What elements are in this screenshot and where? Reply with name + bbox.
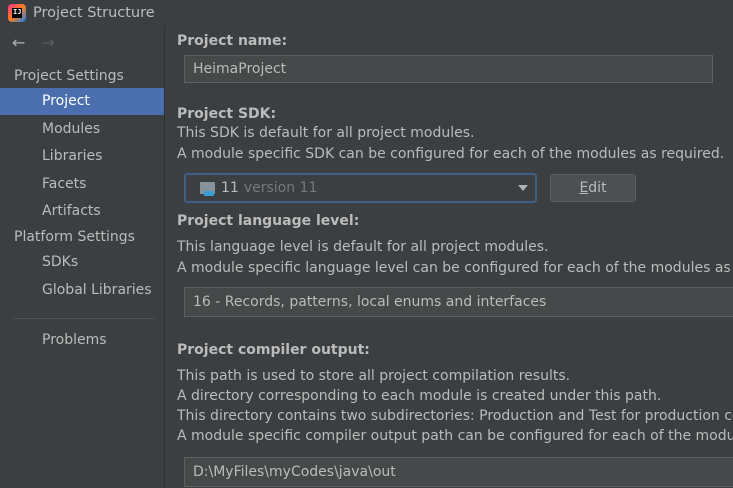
intellij-logo-icon: IJ [8,3,26,22]
nav-arrows: ← → [12,33,55,52]
language-level-label: Project language level: [177,213,360,229]
sidebar-item-artifacts[interactable]: Artifacts [0,198,164,225]
jdk-folder-icon [200,182,215,196]
compiler-output-path-input[interactable]: D:\MyFiles\myCodes\java\out [184,457,733,487]
sdk-version: version 11 [243,180,318,196]
sidebar-divider [14,318,154,319]
sdk-description-1: This SDK is default for all project modu… [177,125,475,141]
project-name-input[interactable]: HeimaProject [184,55,713,83]
sidebar-item-facets[interactable]: Facets [0,171,164,198]
compiler-output-label: Project compiler output: [177,342,370,358]
language-level-description-1: This language level is default for all p… [177,239,549,255]
sidebar: ← → Project Settings Project Modules Lib… [0,25,164,488]
sidebar-item-problems[interactable]: Problems [0,327,164,354]
language-level-description-2: A module specific language level can be … [177,260,733,276]
sdk-name: 11 [221,180,239,196]
compiler-output-description-2: A directory corresponding to each module… [177,388,662,404]
sidebar-item-project[interactable]: Project [0,88,164,115]
section-platform-settings: Platform Settings [14,229,135,245]
arrow-right-icon: → [41,33,55,52]
window-title: Project Structure [33,4,155,21]
compiler-output-description-4: A module specific compiler output path c… [177,428,733,444]
edit-sdk-button[interactable]: Edit [550,174,636,202]
compiler-output-description-1: This path is used to store all project c… [177,368,571,384]
arrow-left-icon[interactable]: ← [12,33,25,52]
section-project-settings: Project Settings [14,68,124,84]
edit-label-rest: dit [588,180,607,196]
sidebar-item-sdks[interactable]: SDKs [0,249,164,276]
project-sdk-label: Project SDK: [177,106,277,122]
title-bar: IJ Project Structure [0,0,733,25]
project-settings-panel: Project name: HeimaProject Project SDK: … [165,25,733,488]
sidebar-item-libraries[interactable]: Libraries [0,143,164,170]
project-name-label: Project name: [177,33,288,49]
sdk-dropdown[interactable]: 11 version 11 [184,173,537,203]
sidebar-item-global-libraries[interactable]: Global Libraries [0,277,164,304]
language-level-dropdown[interactable]: 16 - Records, patterns, local enums and … [184,287,733,317]
sdk-description-2: A module specific SDK can be configured … [177,146,725,162]
chevron-down-icon [518,185,528,191]
sidebar-item-modules[interactable]: Modules [0,116,164,143]
edit-mnemonic: E [579,180,589,196]
compiler-output-description-3: This directory contains two subdirectori… [177,408,733,424]
